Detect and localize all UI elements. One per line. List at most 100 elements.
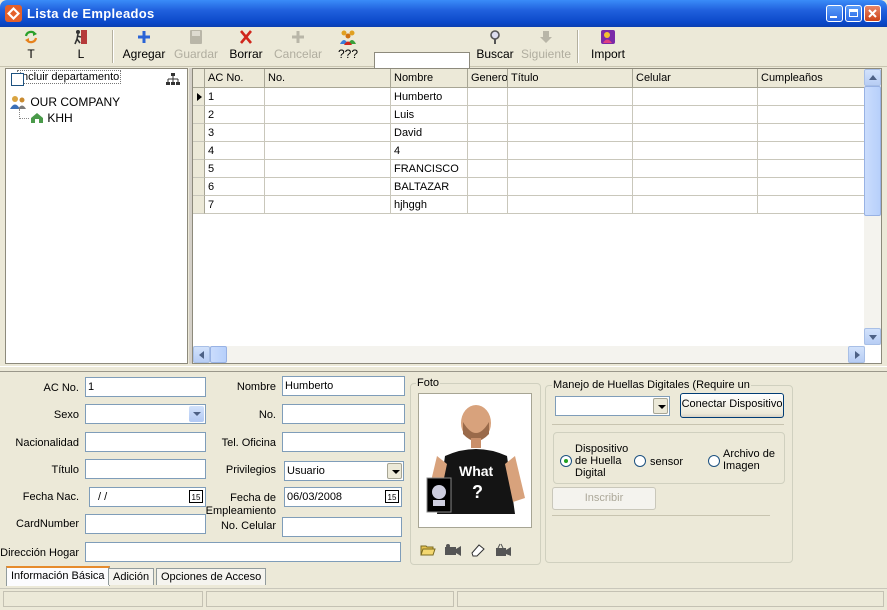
maximize-button[interactable] xyxy=(845,5,862,22)
column-header[interactable]: Nombre xyxy=(391,69,468,87)
table-row[interactable]: 3 David xyxy=(193,124,865,142)
row-selector[interactable] xyxy=(193,160,205,178)
row-selector[interactable] xyxy=(193,142,205,160)
table-cell[interactable] xyxy=(758,142,865,160)
table-cell[interactable] xyxy=(468,106,508,124)
camera-icon[interactable] xyxy=(444,543,462,557)
eraser-icon[interactable] xyxy=(470,543,486,557)
table-cell[interactable]: 4 xyxy=(391,142,468,160)
table-cell[interactable] xyxy=(633,106,758,124)
table-cell[interactable] xyxy=(758,160,865,178)
celular-field[interactable] xyxy=(282,517,402,537)
open-folder-icon[interactable] xyxy=(420,543,436,557)
table-cell[interactable] xyxy=(758,106,865,124)
table-cell[interactable] xyxy=(508,178,633,196)
calendar-icon[interactable]: 15 xyxy=(385,490,399,503)
table-cell[interactable]: 5 xyxy=(205,160,265,178)
table-cell[interactable] xyxy=(265,106,391,124)
logout-button[interactable]: L xyxy=(69,27,93,66)
cancel-button[interactable]: Cancelar xyxy=(274,27,322,66)
row-selector[interactable] xyxy=(193,178,205,196)
table-cell[interactable]: 6 xyxy=(205,178,265,196)
column-header[interactable]: Título xyxy=(508,69,633,87)
ac-no-field[interactable]: 1 xyxy=(85,377,206,397)
import-button[interactable]: Import xyxy=(590,27,626,66)
column-header[interactable]: Genero xyxy=(468,69,508,87)
table-cell[interactable]: 4 xyxy=(205,142,265,160)
table-cell[interactable] xyxy=(265,196,391,214)
table-row[interactable]: 44 xyxy=(193,142,865,160)
video-capture-icon[interactable] xyxy=(494,543,512,557)
table-cell[interactable] xyxy=(633,178,758,196)
table-cell[interactable] xyxy=(758,88,865,106)
tab-informacion-basica[interactable]: Información Básica xyxy=(6,566,110,586)
include-department-checkbox[interactable] xyxy=(11,73,24,86)
save-button[interactable]: Guardar xyxy=(174,27,218,66)
direccion-field[interactable] xyxy=(85,542,401,562)
cardnumber-field[interactable] xyxy=(85,514,206,534)
table-row[interactable]: 6 BALTAZAR xyxy=(193,178,865,196)
employee-photo[interactable]: What ? xyxy=(418,393,532,528)
org-chart-icon[interactable] xyxy=(166,73,180,86)
table-cell[interactable] xyxy=(633,142,758,160)
table-cell[interactable] xyxy=(508,196,633,214)
table-row[interactable]: 5 FRANCISCO xyxy=(193,160,865,178)
table-cell[interactable] xyxy=(508,106,633,124)
table-cell[interactable] xyxy=(633,160,758,178)
table-cell[interactable]: David xyxy=(391,124,468,142)
table-cell[interactable]: BALTAZAR xyxy=(391,178,468,196)
tree-node-khh[interactable]: KHH xyxy=(30,111,73,125)
scroll-left-button[interactable] xyxy=(193,346,210,363)
horizontal-scroll-thumb[interactable] xyxy=(210,346,227,363)
table-cell[interactable]: FRANCISCO xyxy=(391,160,468,178)
table-cell[interactable] xyxy=(265,124,391,142)
radio-fingerprint-device[interactable] xyxy=(560,455,572,467)
table-row[interactable]: 7 hjhggh xyxy=(193,196,865,214)
table-cell[interactable] xyxy=(468,160,508,178)
minimize-button[interactable] xyxy=(826,5,843,22)
column-header[interactable]: Cumpleaños xyxy=(758,69,865,87)
help-button[interactable]: ??? xyxy=(335,27,361,66)
column-header[interactable]: No. xyxy=(265,69,391,87)
connect-device-button[interactable]: Conectar Dispositivo xyxy=(680,393,784,418)
table-cell[interactable]: hjhggh xyxy=(391,196,468,214)
table-cell[interactable] xyxy=(508,124,633,142)
table-cell[interactable] xyxy=(468,196,508,214)
table-row[interactable]: 1 Humberto xyxy=(193,88,865,106)
table-cell[interactable] xyxy=(633,196,758,214)
fecha-emp-field[interactable]: 06/03/2008 15 xyxy=(284,487,402,507)
close-button[interactable] xyxy=(864,5,881,22)
titulo-field[interactable] xyxy=(85,459,206,479)
fingerprint-device-select[interactable] xyxy=(555,396,670,416)
row-selector[interactable] xyxy=(193,88,205,106)
search-button[interactable]: Buscar xyxy=(476,27,514,66)
table-cell[interactable] xyxy=(265,160,391,178)
sexo-select[interactable] xyxy=(85,404,206,424)
scroll-down-button[interactable] xyxy=(864,328,881,345)
horizontal-scrollbar[interactable] xyxy=(193,346,865,363)
table-cell[interactable]: Luis xyxy=(391,106,468,124)
table-row[interactable]: 2 Luis xyxy=(193,106,865,124)
radio-image-file[interactable] xyxy=(708,455,720,467)
table-cell[interactable] xyxy=(265,142,391,160)
nombre-field[interactable]: Humberto xyxy=(282,376,405,396)
table-cell[interactable]: Humberto xyxy=(391,88,468,106)
table-cell[interactable]: 1 xyxy=(205,88,265,106)
table-cell[interactable] xyxy=(468,142,508,160)
radio-sensor[interactable] xyxy=(634,455,646,467)
table-cell[interactable] xyxy=(265,88,391,106)
table-cell[interactable]: 2 xyxy=(205,106,265,124)
tel-oficina-field[interactable] xyxy=(282,432,405,452)
refresh-button[interactable]: T xyxy=(19,27,43,66)
table-cell[interactable] xyxy=(508,88,633,106)
enroll-button[interactable]: Inscribir xyxy=(552,487,656,510)
calendar-icon[interactable]: 15 xyxy=(189,490,203,503)
scroll-right-button[interactable] xyxy=(848,346,865,363)
table-cell[interactable] xyxy=(468,124,508,142)
next-button[interactable]: Siguiente xyxy=(521,27,571,66)
column-header[interactable]: Celular xyxy=(633,69,758,87)
table-cell[interactable] xyxy=(633,88,758,106)
table-cell[interactable] xyxy=(468,178,508,196)
table-cell[interactable]: 3 xyxy=(205,124,265,142)
delete-button[interactable]: Borrar xyxy=(228,27,264,66)
